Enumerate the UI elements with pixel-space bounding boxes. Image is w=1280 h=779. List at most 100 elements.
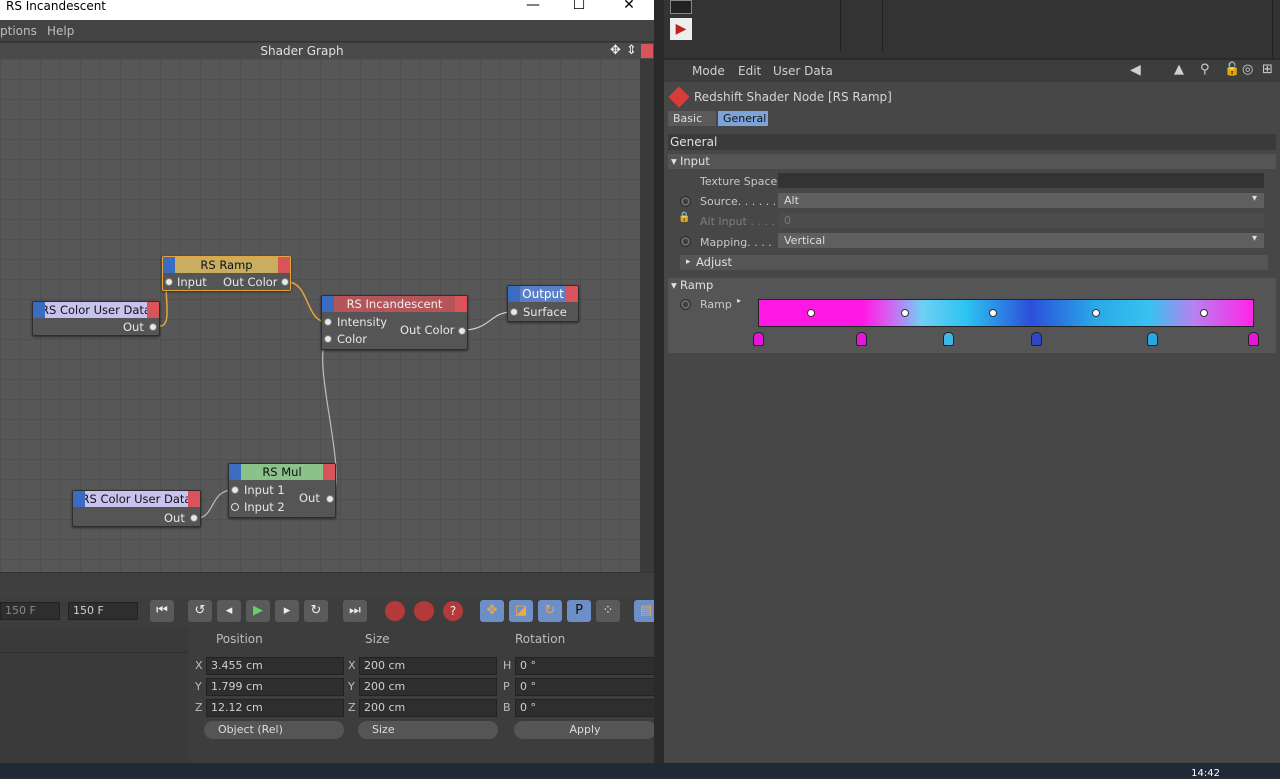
group-adjust[interactable]: ▸ Adjust <box>680 255 1268 270</box>
node-output[interactable]: Output Surface <box>507 285 579 322</box>
input-port-pin[interactable] <box>324 318 332 326</box>
rotation-b-field[interactable]: 0 ° <box>515 699 654 717</box>
param-icon[interactable]: P <box>567 600 591 622</box>
output-port-pin[interactable] <box>281 278 289 286</box>
ramp-color-marker[interactable] <box>943 332 954 346</box>
menu-mode[interactable]: Mode <box>692 64 725 78</box>
coordinate-mode-dropdown[interactable]: Object (Rel) <box>204 721 344 739</box>
node-header[interactable]: RS Mul <box>229 464 335 480</box>
rotate-tool-icon[interactable]: ↻ <box>538 600 562 622</box>
search-icon[interactable]: ⚲ <box>1200 62 1210 77</box>
up-arrow-icon[interactable]: ▲ <box>1174 62 1184 77</box>
back-arrow-icon[interactable]: ◀ <box>1130 62 1141 78</box>
lock-icon[interactable]: 🔓 <box>1224 62 1240 77</box>
collapse-triangle-icon[interactable]: ▸ <box>686 255 691 270</box>
mapping-dropdown[interactable]: Vertical <box>778 233 1264 248</box>
record-icon[interactable] <box>385 601 405 621</box>
film-icon[interactable]: ▤ <box>634 600 654 622</box>
panel-close-icon[interactable] <box>641 44 653 58</box>
close-button[interactable]: ✕ <box>606 0 652 20</box>
group-ramp[interactable]: ▾ Ramp <box>668 278 1276 293</box>
dots-icon[interactable]: ⁘ <box>596 600 620 622</box>
size-x-field[interactable]: 200 cm <box>359 657 497 675</box>
node-rs-ramp[interactable]: RS Ramp Input Out Color <box>162 256 291 291</box>
timeline-ruler[interactable] <box>0 572 654 598</box>
apply-button[interactable]: Apply <box>514 721 654 739</box>
size-z-field[interactable]: 200 cm <box>359 699 497 717</box>
input-port-pin[interactable] <box>510 308 518 316</box>
node-rs-color-user-data[interactable]: RS Color User Data Out <box>32 301 160 336</box>
expand-triangle-icon[interactable]: ▾ <box>671 154 677 169</box>
input-port-pin[interactable] <box>231 486 239 494</box>
ramp-keyframe-icon[interactable] <box>680 299 691 310</box>
expand-triangle-icon[interactable]: ▾ <box>671 278 677 293</box>
ramp-color-marker[interactable] <box>1248 332 1259 346</box>
input-port-pin[interactable] <box>231 503 239 511</box>
resize-icon[interactable]: ⇕ <box>626 43 637 58</box>
ramp-interp-knot[interactable] <box>1200 309 1208 317</box>
ramp-color-marker[interactable] <box>1147 332 1158 346</box>
node-header[interactable]: RS Incandescent <box>322 296 467 312</box>
ramp-interp-knot[interactable] <box>901 309 909 317</box>
frame-field[interactable]: 150 F <box>68 602 138 620</box>
group-input[interactable]: ▾ Input <box>668 154 1276 169</box>
node-rs-incandescent[interactable]: RS Incandescent Intensity Color Out Colo… <box>321 295 468 350</box>
tab-basic[interactable]: Basic <box>668 111 716 126</box>
input-port-pin[interactable] <box>324 335 332 343</box>
node-header[interactable]: Output <box>508 286 578 302</box>
ramp-interp-knot[interactable] <box>807 309 815 317</box>
node-rs-mul[interactable]: RS Mul Input 1 Input 2 Out <box>228 463 336 518</box>
position-x-field[interactable]: 3.455 cm <box>206 657 344 675</box>
node-header[interactable]: RS Color User Data <box>73 491 200 507</box>
node-rs-color-user-data-2[interactable]: RS Color User Data Out <box>72 490 201 527</box>
source-keyframe-icon[interactable] <box>680 196 691 207</box>
source-dropdown[interactable]: Alt <box>778 193 1264 208</box>
panel-splitter[interactable] <box>654 0 664 763</box>
go-to-start-icon[interactable]: ⏮ <box>150 600 174 622</box>
menu-options[interactable]: ptions <box>0 24 37 38</box>
scale-tool-icon[interactable]: ◪ <box>509 600 533 622</box>
step-forward-icon[interactable]: ▸ <box>275 600 299 622</box>
output-port-pin[interactable] <box>458 327 466 335</box>
frame-end-field-dim[interactable]: 150 F <box>0 602 60 620</box>
new-panel-icon[interactable]: ⊞ <box>1262 62 1273 77</box>
graph-canvas[interactable]: RS Ramp Input Out Color RS Color User Da… <box>0 59 640 572</box>
mapping-keyframe-icon[interactable] <box>680 236 691 247</box>
ramp-expand-icon[interactable]: ▸ <box>737 296 741 305</box>
render-icon[interactable]: ▶ <box>670 18 692 40</box>
help-key-icon[interactable]: ? <box>443 601 463 621</box>
rotation-h-field[interactable]: 0 ° <box>515 657 654 675</box>
size-mode-dropdown[interactable]: Size <box>358 721 498 739</box>
play-icon[interactable]: ▶ <box>246 600 270 622</box>
ipr-icon[interactable] <box>670 0 692 14</box>
output-port-pin[interactable] <box>326 495 334 503</box>
rotation-p-field[interactable]: 0 ° <box>515 678 654 696</box>
ramp-interp-knot[interactable] <box>1092 309 1100 317</box>
step-back-icon[interactable]: ◂ <box>217 600 241 622</box>
ramp-interp-knot[interactable] <box>989 309 997 317</box>
texture-space-field[interactable] <box>778 173 1264 188</box>
previous-key-icon[interactable]: ↺ <box>188 600 212 622</box>
ramp-color-marker[interactable] <box>1031 332 1042 346</box>
ramp-gradient[interactable] <box>758 299 1254 327</box>
move-tool-icon[interactable]: ✥ <box>480 600 504 622</box>
menu-edit[interactable]: Edit <box>738 64 761 78</box>
alt-input-field[interactable]: 0 <box>778 213 1264 228</box>
target-icon[interactable]: ◎ <box>1242 62 1253 77</box>
go-to-end-icon[interactable]: ⏭ <box>343 600 367 622</box>
autokey-icon[interactable] <box>414 601 434 621</box>
node-header[interactable]: RS Ramp <box>163 257 290 273</box>
ramp-color-marker[interactable] <box>753 332 764 346</box>
next-key-icon[interactable]: ↻ <box>304 600 328 622</box>
menu-user-data[interactable]: User Data <box>773 64 833 78</box>
move-icon[interactable]: ✥ <box>610 43 621 58</box>
maximize-button[interactable]: ☐ <box>556 0 602 20</box>
output-port-pin[interactable] <box>149 323 157 331</box>
graph-scrollbar[interactable] <box>640 59 654 572</box>
position-z-field[interactable]: 12.12 cm <box>206 699 344 717</box>
position-y-field[interactable]: 1.799 cm <box>206 678 344 696</box>
ramp-color-marker[interactable] <box>856 332 867 346</box>
node-header[interactable]: RS Color User Data <box>33 302 159 318</box>
menu-help[interactable]: Help <box>47 24 74 38</box>
minimize-button[interactable]: — <box>510 0 556 20</box>
